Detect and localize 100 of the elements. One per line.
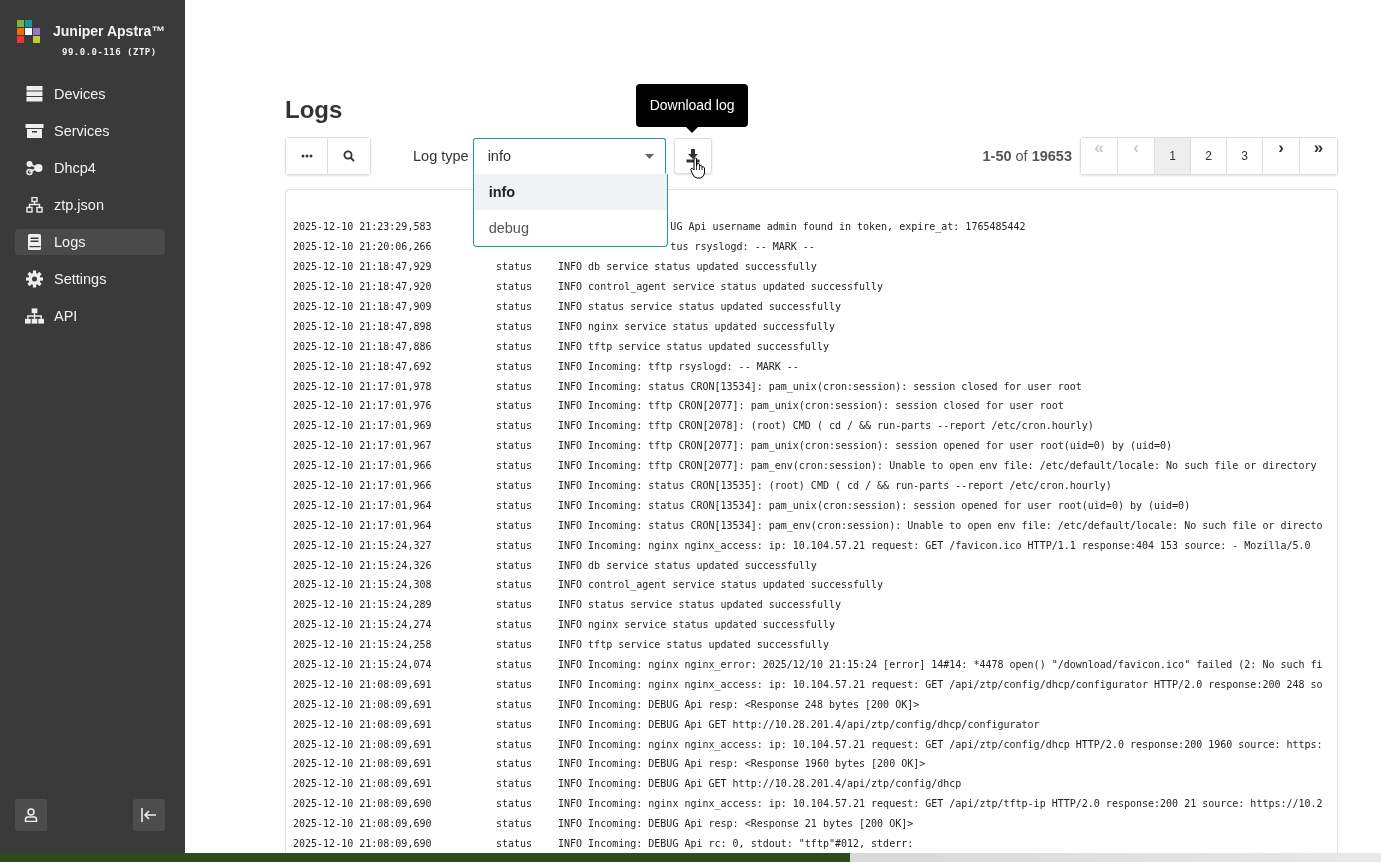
log-source: status [496,559,534,571]
gear-icon [25,270,44,288]
log-message: INFO nginx service status updated successfully [558,619,836,631]
sidebar-item[interactable]: Logs [15,229,165,255]
log-message: INFO Incoming: tftp CRON[2077]: pam_unix(cron:session): session opened for user root(uid=0) by (uid=0) [558,440,1174,452]
sidebar-item[interactable]: Devices [15,81,165,107]
log-timestamp: 2025-12-10 21:18:47,929 [293,261,433,273]
sidebar-item[interactable]: API [15,303,165,329]
log-timestamp: 2025-12-10 21:08:09,690 [293,818,433,830]
log-source: status [496,440,534,452]
page-button[interactable]: 1 [1155,138,1191,174]
log-timestamp: 2025-12-10 21:15:24,274 [293,619,433,631]
log-timestamp: 2025-12-10 21:17:01,966 [293,460,433,472]
logo-icon [17,20,41,44]
log-timestamp: 2025-12-10 21:18:47,909 [293,301,433,312]
network-icon [25,308,44,324]
page-button[interactable]: 3 [1227,138,1263,174]
log-message: INFO Incoming: DEBUG Api resp: <Response 21 bytes [200 OK]> [558,818,915,830]
log-message: INFO Incoming: nginx nginx_access: ip: 10.104.57.21 request: GET /api/ztp/config/dhcp/configurator HTTP/2.0 response:200 248 so [558,678,1324,690]
log-source: status [496,281,534,293]
log-message: INFO Incoming: nginx nginx_access: ip: 10.104.57.21 request: GET /favicon.ico HTTP/1.1 response:404 153 source: - Mozilla/5.0 [558,539,1312,551]
user-icon [24,808,38,822]
log-source: status [496,639,534,651]
log-message: INFO control_agent service status updated successfully [558,281,885,293]
log-timestamp: 2025-12-10 21:15:24,289 [293,599,433,611]
sidebar-item[interactable]: ztp.json [15,192,165,218]
log-message: INFO Incoming: status CRON[13535]: (root) CMD ( cd / && run-parts --report /etc/cron.hourly) [558,480,1113,491]
page-title: Logs [285,96,343,124]
log-timestamp: 2025-12-10 21:17:01,976 [293,400,433,412]
log-type-select[interactable]: info [472,138,666,174]
log-message: INFO status service status updated successfully [558,301,842,312]
log-source: status [496,778,534,790]
log-timestamp: 2025-12-10 21:15:24,327 [293,539,433,551]
log-source: status [496,718,534,730]
log-message: INFO nginx service status updated successfully [558,320,836,332]
log-source: status [496,659,534,671]
log-message: INFO Incoming: tftp CRON[2078]: (root) CMD ( cd / && run-parts --report /etc/cron.hourly) [558,420,1095,432]
log-timestamp: 2025-12-10 21:17:01,964 [293,499,433,511]
log-timestamp: 2025-12-10 21:17:01,978 [293,380,433,392]
log-message: INFO tftp service status updated successfully [558,639,830,651]
log-source: status [496,599,534,611]
hand-cursor-icon [689,157,706,179]
search-icon [343,150,355,162]
log-timestamp: 2025-12-10 21:08:09,691 [293,778,433,790]
log-message: INFO Incoming: nginx nginx_access: ip: 10.104.57.21 request: GET /api/ztp/config/dhcp HTTP/2.0 response:200 1960 source: https: [558,738,1324,750]
log-source: status [496,798,534,810]
tooltip: Download log [635,84,749,127]
log-message: INFO Incoming: status CRON[13534]: pam_unix(cron:session): session opened for user root(uid=0) by (uid=0) [558,499,1192,511]
book-icon [25,234,44,250]
log-type-label: Log type [413,148,469,164]
log-timestamp: 2025-12-10 21:18:47,886 [293,340,433,352]
search-button[interactable] [328,138,370,174]
log-timestamp: 2025-12-10 21:18:47,692 [293,360,433,372]
server-icon [25,86,44,102]
archive-box-icon [25,123,44,139]
log-source: status [496,380,534,392]
collapse-icon [141,808,157,822]
log-timestamp: 2025-12-10 21:17:01,969 [293,420,433,432]
sidebar-item[interactable]: Services [15,118,165,144]
collapse-sidebar-button[interactable] [133,799,165,831]
log-source: status [496,758,534,770]
user-button[interactable] [15,799,47,831]
log-timestamp: 2025-12-10 21:17:01,966 [293,480,433,491]
brand-name: Juniper Apstra™ [53,23,166,39]
log-source: status [496,698,534,710]
page-button[interactable]: 2 [1191,138,1227,174]
log-message: INFO Incoming: tftp CRON[2077]: pam_env(cron:session): Unable to open env file: /etc/default/locale: No such file or directory [558,460,1318,472]
log-source: status [496,420,534,432]
log-timestamp: 2025-12-10 21:15:24,074 [293,659,433,671]
log-timestamp: 2025-12-10 21:17:01,967 [293,440,433,452]
result-count: 1-50 of 19653 [982,148,1072,164]
sidebar-item[interactable]: Dhcp4 [15,155,165,181]
log-timestamp: 2025-12-10 21:15:24,326 [293,559,433,571]
log-message: INFO Incoming: DEBUG Api resp: <Response 1960 bytes [200 OK]> [558,758,927,770]
sidebar-item[interactable]: Settings [15,266,165,292]
caret-icon [644,153,654,159]
log-timestamp: 2025-12-10 21:08:09,690 [293,838,433,850]
log-source: status [496,818,534,830]
log-message: INFO Incoming: status CRON[13534]: pam_unix(cron:session): session closed for user root [558,380,1083,392]
log-source: status [496,340,534,352]
version-label: 99.0.0-116 (ZTP) [62,47,158,57]
log-source: status [496,619,534,631]
more-icon [300,154,313,158]
dropdown-option[interactable]: debug [473,210,667,246]
log-message: INFO Incoming: tftp CRON[2077]: pam_unix(cron:session): session closed for user root [558,400,1065,412]
log-source: status [496,738,534,750]
log-message: INFO db service status updated successfully [558,261,818,273]
log-source: status [496,579,534,591]
dropdown-option[interactable]: info [473,174,667,210]
log-message: INFO db service status updated successfully [558,559,818,571]
log-message: INFO Incoming: DEBUG Api resp: <Response 248 bytes [200 OK]> [558,698,921,710]
log-source: status [496,360,534,372]
log-source: status [496,519,534,531]
log-timestamp: 2025-12-10 21:18:47,898 [293,320,433,332]
log-source: status [496,400,534,412]
log-message: INFO Incoming: DEBUG Api rc: 0, stdout: "tftp"#012, stderr: [558,838,915,850]
log-message: tus rsyslogd: -- MARK -- [669,241,816,253]
log-timestamp: 2025-12-10 21:08:09,691 [293,758,433,770]
log-source: status [496,320,534,332]
sitemap-icon [25,197,44,213]
